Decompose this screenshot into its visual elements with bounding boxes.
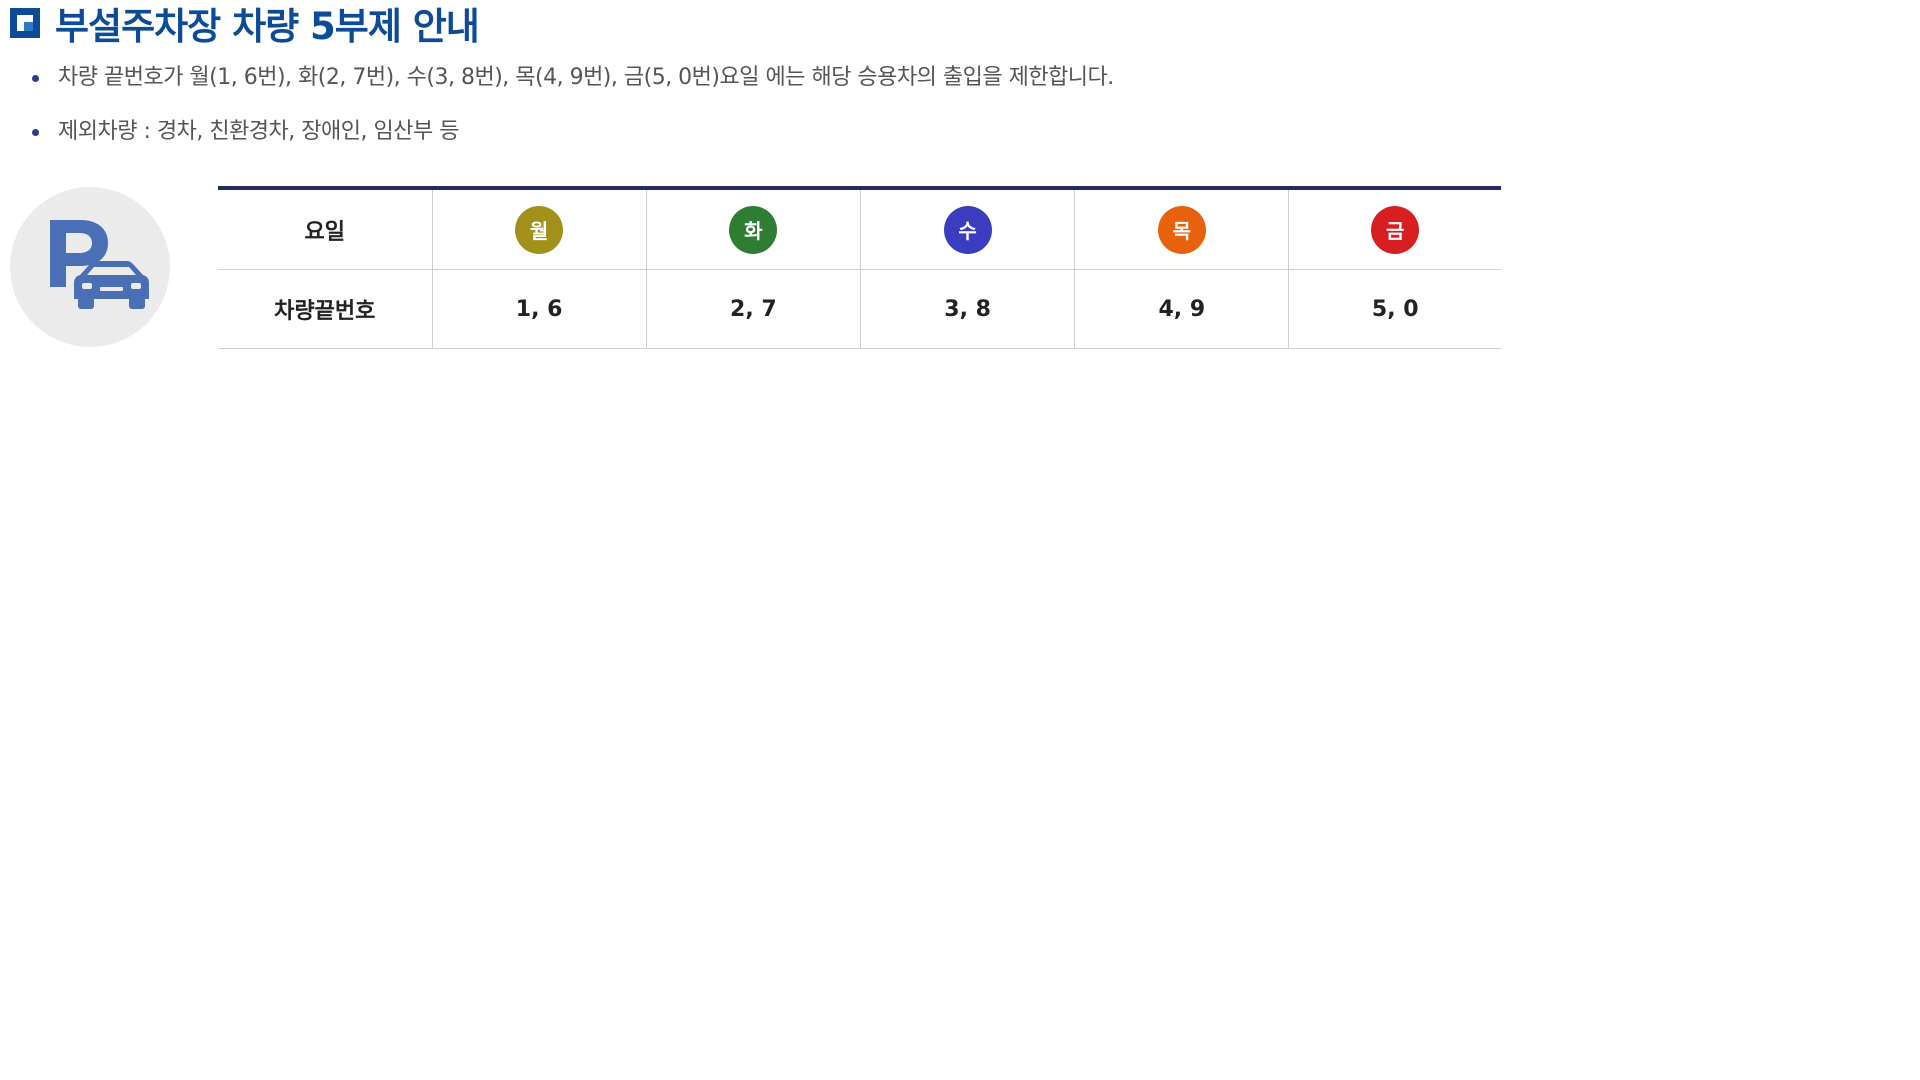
- row-header-plate: 차량끝번호: [218, 269, 432, 349]
- bullet-dot-icon: [32, 75, 39, 82]
- table-row-days: 요일 월 화 수 목 금: [218, 188, 1501, 270]
- day-badge-thu: 목: [1157, 205, 1206, 254]
- plate-cell-thu: 4, 9: [1074, 269, 1289, 349]
- day-badge-mon: 월: [515, 205, 564, 254]
- day-badge-tue: 화: [729, 205, 778, 254]
- notice-list: 차량 끝번호가 월(1, 6번), 화(2, 7번), 수(3, 8번), 목(…: [30, 62, 1114, 170]
- day-cell-fri: 금: [1288, 188, 1501, 270]
- page-title: 부설주차장 차량 5부제 안내: [55, 5, 480, 48]
- day-badge-fri: 금: [1371, 205, 1420, 254]
- page-header: 부설주차장 차량 5부제 안내: [10, 0, 480, 48]
- notice-text-exemptions: 제외차량 : 경차, 친환경차, 장애인, 임산부 등: [58, 119, 459, 144]
- list-item: 제외차량 : 경차, 친환경차, 장애인, 임산부 등: [30, 116, 1114, 170]
- list-item: 차량 끝번호가 월(1, 6번), 화(2, 7번), 수(3, 8번), 목(…: [30, 62, 1114, 116]
- five-day-rotation-table: 요일 월 화 수 목 금 차량끝번호 1, 6 2, 7 3, 8 4, 9 5…: [218, 186, 1501, 349]
- page: 부설주차장 차량 5부제 안내 차량 끝번호가 월(1, 6번), 화(2, 7…: [0, 0, 1920, 1080]
- day-badge-wed: 수: [943, 205, 992, 254]
- square-bullet-icon: [10, 8, 40, 38]
- day-cell-wed: 수: [859, 188, 1075, 270]
- table-row-plate-numbers: 차량끝번호 1, 6 2, 7 3, 8 4, 9 5, 0: [218, 269, 1501, 349]
- day-cell-thu: 목: [1074, 188, 1289, 270]
- plate-cell-fri: 5, 0: [1288, 269, 1501, 349]
- parking-car-icon: [10, 187, 170, 347]
- plate-cell-mon: 1, 6: [431, 269, 647, 349]
- plate-cell-wed: 3, 8: [859, 269, 1075, 349]
- bullet-dot-icon: [32, 129, 39, 136]
- notice-text-restriction: 차량 끝번호가 월(1, 6번), 화(2, 7번), 수(3, 8번), 목(…: [58, 65, 1114, 90]
- plate-cell-tue: 2, 7: [645, 269, 861, 349]
- row-header-day: 요일: [218, 188, 432, 270]
- day-cell-mon: 월: [431, 188, 647, 270]
- day-cell-tue: 화: [645, 188, 861, 270]
